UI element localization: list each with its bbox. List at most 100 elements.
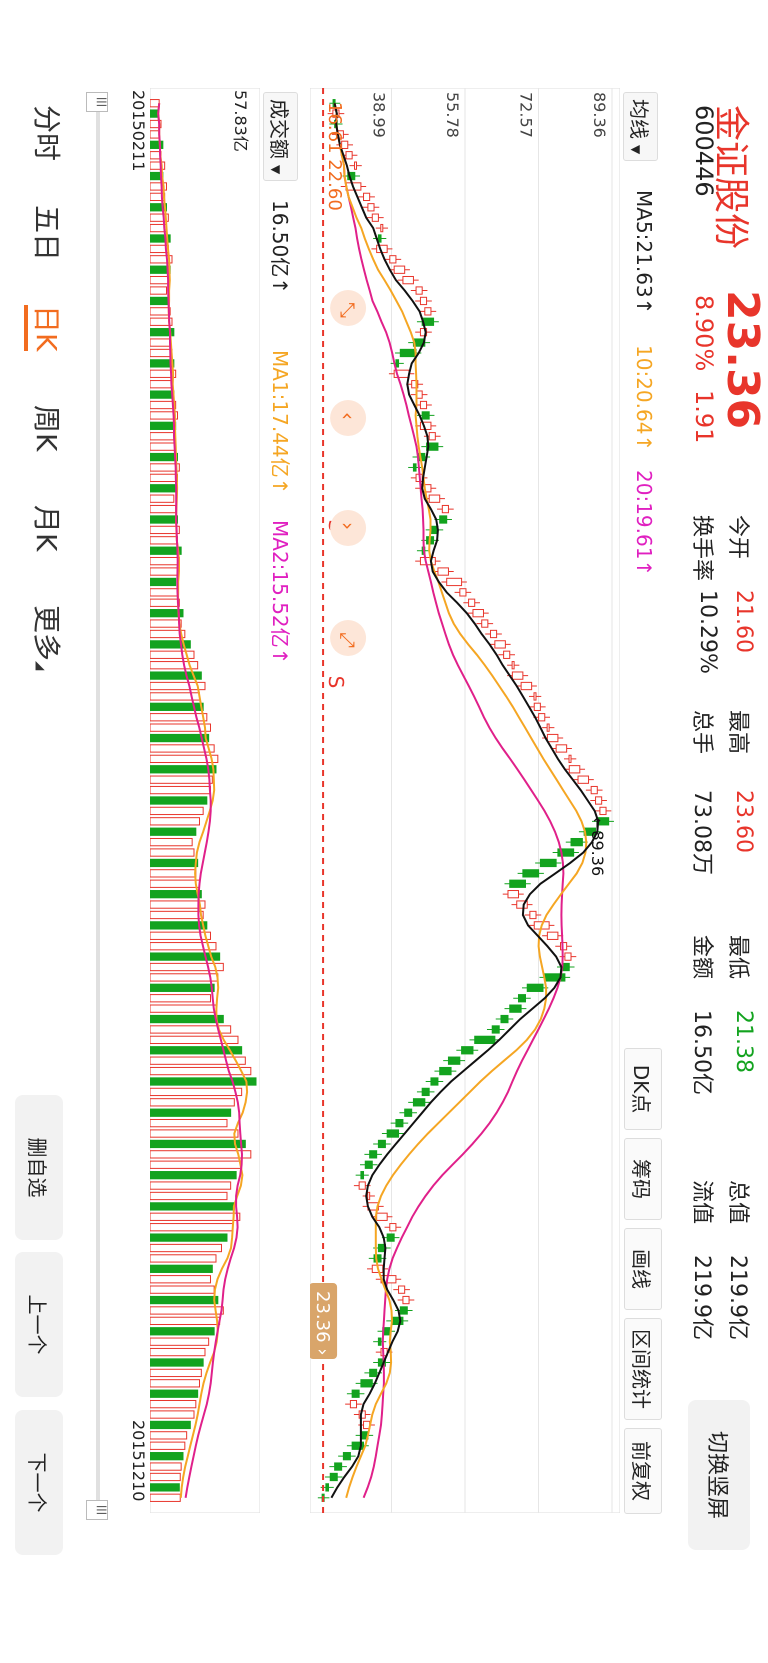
- last-price-tag: 23.36 ›: [310, 1283, 338, 1359]
- candle-body: [538, 713, 546, 722]
- high-label: 最高: [725, 710, 750, 755]
- y-tick-label: 72.57: [517, 92, 536, 138]
- caret-down-icon: ▼: [629, 145, 643, 155]
- candle-body: [599, 806, 607, 816]
- candle-body: [399, 1306, 408, 1315]
- volume-bar: [150, 286, 167, 295]
- vol-ma2-legend: MA2:15.52亿↑: [268, 520, 292, 665]
- volume-bar: [150, 1254, 217, 1263]
- tab-daily-k[interactable]: 日K: [24, 305, 68, 352]
- tab-intraday[interactable]: 分时: [28, 105, 68, 161]
- float-mv-label: 流值: [689, 1180, 714, 1225]
- volume-bar: [150, 775, 213, 784]
- candle-body: [533, 702, 541, 711]
- candle-body: [500, 1014, 509, 1024]
- range-stats-button[interactable]: 区间统计: [624, 1318, 662, 1420]
- volume-bar: [150, 1129, 239, 1138]
- volume-bar: [150, 858, 199, 868]
- previous-button[interactable]: 上一个: [15, 1252, 63, 1397]
- chips-button[interactable]: 筹码: [624, 1138, 662, 1220]
- candle-body: [367, 203, 375, 212]
- tab-weekly-k[interactable]: 周K: [28, 405, 68, 451]
- volume-bar: [150, 1233, 228, 1242]
- adjust-button[interactable]: 前复权: [624, 1428, 662, 1514]
- candle-body: [520, 681, 533, 691]
- volume-bar: [150, 879, 200, 888]
- candle-body: [354, 161, 358, 170]
- switch-portrait-button[interactable]: 切换竖屏: [688, 1400, 750, 1550]
- volume-bar: [150, 99, 160, 108]
- volume-bar: [150, 1014, 224, 1024]
- volume-bar: [150, 1295, 219, 1305]
- volume-chart[interactable]: [150, 88, 260, 1513]
- volume-bar: [150, 1441, 186, 1450]
- turnover-value: 10.29%: [695, 590, 720, 674]
- ma-select[interactable]: 均线▼: [623, 92, 658, 162]
- candle-body: [428, 432, 436, 441]
- candle-body: [509, 879, 526, 888]
- candle-body: [468, 598, 476, 607]
- caret-down-icon: ▼: [269, 165, 283, 175]
- candle-body: [369, 1368, 378, 1378]
- tab-five-day[interactable]: 五日: [28, 205, 68, 261]
- candle-body: [526, 983, 544, 992]
- candle-body: [428, 494, 441, 503]
- candle-body: [517, 994, 526, 1003]
- volume-bar: [150, 1327, 215, 1336]
- candle-body: [421, 411, 430, 420]
- timeline-scrollbar[interactable]: [96, 92, 100, 1517]
- volume-bar: [150, 1368, 202, 1378]
- volume-bar: [150, 1483, 180, 1492]
- volume-bar: [150, 432, 175, 441]
- volume-bar: [150, 827, 197, 836]
- volume-bar: [150, 1493, 181, 1502]
- vol-ma1-legend: MA1:17.44亿↑: [268, 350, 292, 495]
- draw-line-button[interactable]: 画线: [624, 1228, 662, 1310]
- candle-body: [546, 723, 550, 732]
- volume-bar: [150, 1243, 222, 1253]
- next-button[interactable]: 下一个: [15, 1410, 63, 1555]
- candle-body: [345, 151, 353, 160]
- dk-point-button[interactable]: DK点: [624, 1048, 662, 1130]
- stock-code: 600446: [690, 105, 718, 197]
- volume-bar: [150, 380, 173, 389]
- volume-type-select[interactable]: 成交额▼: [263, 92, 298, 182]
- candle-body: [389, 1223, 397, 1232]
- volume-bar: [150, 952, 221, 961]
- candle-body: [446, 577, 463, 587]
- candle-body: [441, 504, 449, 514]
- candle-body: [395, 359, 400, 368]
- vol-axis-top: 57.83亿: [231, 90, 250, 152]
- candle-body: [376, 1212, 388, 1221]
- volume-bar: [150, 1358, 204, 1367]
- y-tick-label: 89.36: [590, 92, 609, 138]
- scroll-handle-left-icon[interactable]: |||: [86, 92, 108, 112]
- volume-bar: [150, 837, 193, 847]
- scroll-handle-right-icon[interactable]: |||: [86, 1500, 108, 1520]
- candle-body: [351, 1389, 360, 1398]
- candle-body: [367, 1191, 371, 1201]
- candle-body: [386, 1129, 400, 1138]
- volume-bar: [150, 890, 202, 899]
- volume-bar: [150, 910, 204, 920]
- tab-more[interactable]: 更多◢: [28, 605, 68, 670]
- volume-bar: [150, 796, 208, 805]
- volume-value: 16.50亿↑: [268, 200, 292, 295]
- candle-body: [570, 837, 583, 847]
- candle-body: [419, 296, 428, 306]
- candle-body: [415, 286, 423, 295]
- volume-bar: [150, 983, 215, 992]
- volume-bar: [150, 567, 178, 576]
- kline-chart[interactable]: 89.3672.5755.7838.9923.36 ›SS←89.3616.61…: [310, 88, 620, 1513]
- candle-body: [511, 661, 515, 670]
- candle-body: [430, 1077, 439, 1086]
- volume-bar: [150, 1077, 257, 1086]
- candle-body: [474, 1035, 496, 1045]
- volume-bar: [150, 1452, 184, 1461]
- volume-bar: [150, 130, 160, 139]
- volume-bar: [150, 515, 178, 524]
- tab-monthly-k[interactable]: 月K: [28, 505, 68, 551]
- remove-watchlist-button[interactable]: 删自选: [15, 1095, 63, 1240]
- volume-bar: [150, 619, 182, 628]
- candle-body: [399, 348, 417, 358]
